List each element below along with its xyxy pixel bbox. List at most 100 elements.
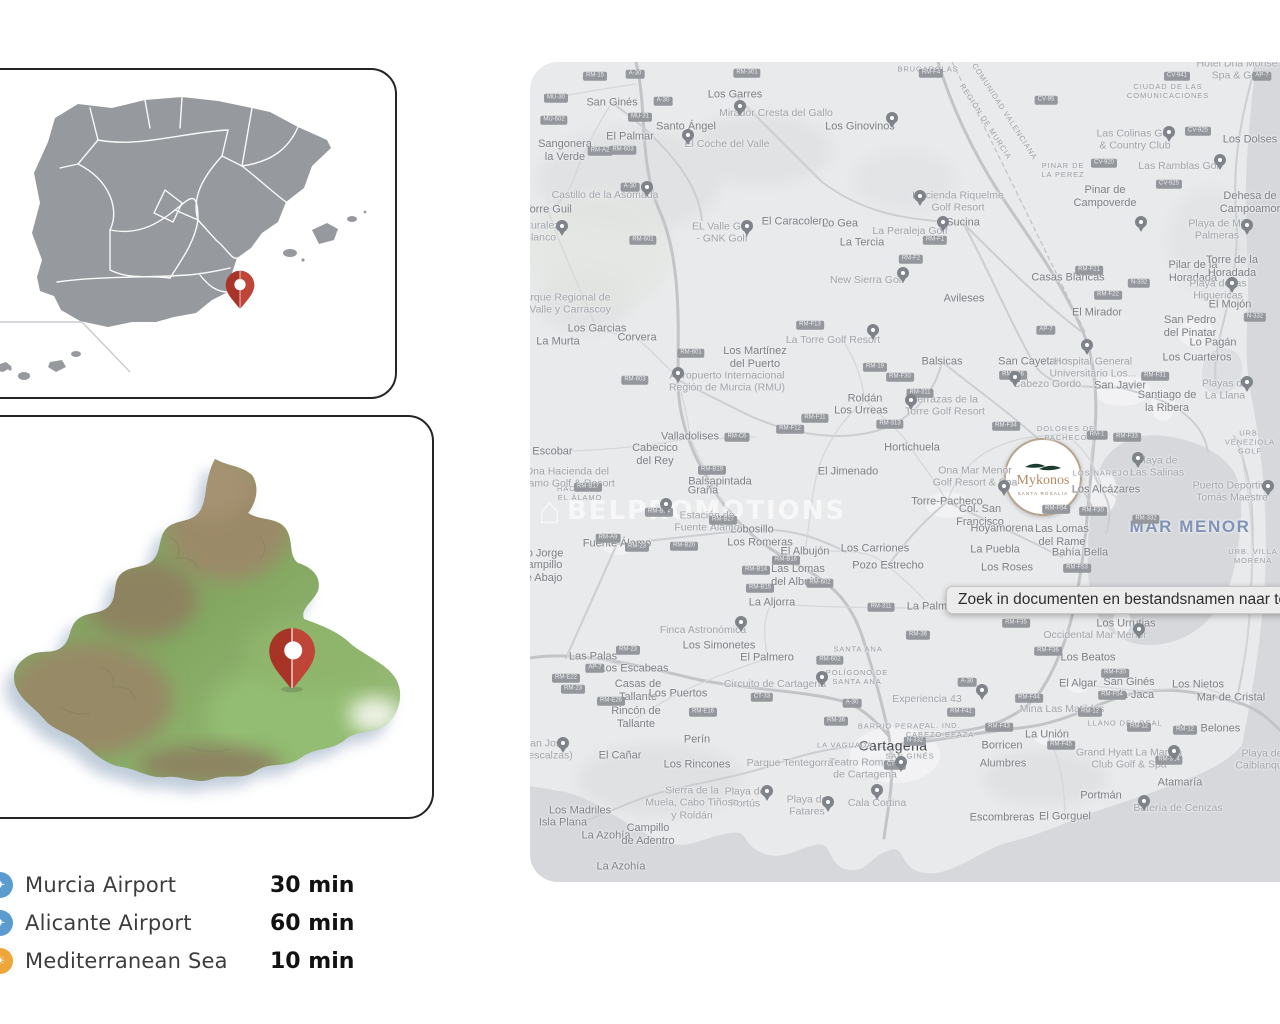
poi-pin-icon[interactable] bbox=[1133, 623, 1145, 635]
road-badge: RM-F22 bbox=[1094, 291, 1122, 300]
road-badge: RM-E26 bbox=[597, 697, 625, 706]
map-place-label: Sierra de la Muela, Cabo Tiñoso y Roldán bbox=[645, 784, 738, 821]
road-badge: RM-F30 bbox=[1101, 669, 1129, 678]
road-badge: CV-941 bbox=[1164, 72, 1190, 81]
poi-pin-icon[interactable] bbox=[735, 616, 747, 628]
poi-pin-icon[interactable] bbox=[682, 129, 694, 141]
poi-pin-icon[interactable] bbox=[1226, 277, 1238, 289]
poi-pin-icon[interactable] bbox=[897, 267, 909, 279]
road-badge: RM-36 bbox=[906, 631, 930, 640]
road-badge: CV-920 bbox=[1091, 159, 1117, 168]
road-badge: RM-F35 bbox=[1002, 619, 1030, 628]
poi-pin-icon[interactable] bbox=[741, 220, 753, 232]
map-place-label: Finca Astronómica bbox=[660, 624, 746, 636]
map-place-label: Parque Tentegorra bbox=[747, 757, 834, 769]
map-place-label: Cabezo Gordo bbox=[1013, 378, 1081, 390]
road-badge: RM-F43 bbox=[985, 723, 1013, 732]
poi-pin-icon[interactable] bbox=[761, 785, 773, 797]
poi-pin-icon[interactable] bbox=[1241, 376, 1253, 388]
map-place-label: Los Martínez del Puerto bbox=[723, 345, 787, 371]
map-place-label: Los Simonetes bbox=[683, 640, 756, 653]
mykonos-subtitle: SANTA ROSALIA bbox=[1018, 491, 1069, 496]
map-place-label: El Coche del Valle bbox=[684, 138, 769, 150]
road-badge: RM-B27 bbox=[709, 516, 737, 525]
map-place-label: La Azohía bbox=[582, 830, 631, 843]
spain-map bbox=[0, 70, 395, 397]
map-place-label: El Escobar bbox=[530, 446, 573, 459]
map-place-label: BARRIO PERAL bbox=[858, 723, 924, 732]
poi-pin-icon[interactable] bbox=[914, 190, 926, 202]
legend-item-label: Mediterranean Sea bbox=[25, 949, 228, 973]
map-place-label: El Jimenado bbox=[818, 466, 879, 479]
property-region-map[interactable]: ⌂ BELPROMOTIONS Mykonos SANTA ROSALIA Sa… bbox=[530, 62, 1280, 882]
poi-pin-icon[interactable] bbox=[1135, 216, 1147, 228]
poi-pin-icon[interactable] bbox=[672, 367, 684, 379]
road-badge: MU-31 bbox=[628, 113, 652, 122]
road-badge: RM-301 bbox=[733, 69, 760, 78]
spain-locator-panel bbox=[0, 68, 397, 399]
mykonos-logo-icon bbox=[1023, 459, 1063, 472]
poi-pin-icon[interactable] bbox=[1214, 154, 1226, 166]
poi-pin-icon[interactable] bbox=[1009, 371, 1021, 383]
poi-pin-icon[interactable] bbox=[641, 181, 653, 193]
road-badge: RM-12 bbox=[1173, 726, 1197, 735]
map-place-label: Hacienda Riquelme Golf Resort bbox=[912, 190, 1004, 215]
map-place-label: Playa de Calblanque bbox=[1235, 748, 1280, 773]
poi-pin-icon[interactable] bbox=[557, 737, 569, 749]
map-place-label: New Sierra Golf bbox=[830, 274, 904, 286]
road-badge: RM-23 bbox=[616, 646, 640, 655]
poi-pin-icon[interactable] bbox=[1163, 126, 1175, 138]
poi-pin-icon[interactable] bbox=[867, 324, 879, 336]
road-badge: RM-601 bbox=[629, 236, 656, 245]
poi-pin-icon[interactable] bbox=[1262, 480, 1274, 492]
road-badge: CT-33 bbox=[751, 693, 773, 702]
road-badge: RM-23 bbox=[625, 543, 649, 552]
road-badge: RM-F45 bbox=[1047, 741, 1075, 750]
road-badge: RM-332 bbox=[1132, 515, 1159, 524]
map-place-label: San Pedro del Pinatar bbox=[1164, 314, 1217, 340]
poi-pin-icon[interactable] bbox=[871, 784, 883, 796]
map-place-label: Playa de Fatares bbox=[787, 794, 828, 819]
poi-pin-icon[interactable] bbox=[1138, 795, 1150, 807]
map-place-label: El Cañar bbox=[599, 750, 642, 763]
poi-pin-icon[interactable] bbox=[905, 394, 917, 406]
road-badge: RM-F4 bbox=[919, 69, 943, 78]
legend-item-label: Alicante Airport bbox=[25, 911, 192, 935]
map-place-label: Avileses bbox=[944, 293, 985, 306]
poi-pin-icon[interactable] bbox=[1132, 452, 1144, 464]
house-icon: ⌂ bbox=[538, 492, 561, 530]
poi-pin-icon[interactable] bbox=[734, 100, 746, 112]
map-label-layer: ⌂ BELPROMOTIONS Mykonos SANTA ROSALIA Sa… bbox=[530, 62, 1280, 882]
airplane-icon: ✈ bbox=[0, 872, 13, 898]
map-place-label: Balsapintada bbox=[688, 476, 752, 489]
road-badge: RM-E16 bbox=[689, 708, 717, 717]
road-badge: RM-36 bbox=[824, 717, 848, 726]
map-place-label: El Algar bbox=[1059, 678, 1097, 691]
road-badge: RM-B15 bbox=[746, 584, 774, 593]
poi-pin-icon[interactable] bbox=[816, 671, 828, 683]
poi-pin-icon[interactable] bbox=[822, 796, 834, 808]
map-place-label: Los Roses bbox=[981, 562, 1033, 575]
map-place-label: Playa de Portús bbox=[725, 786, 766, 811]
poi-pin-icon[interactable] bbox=[937, 216, 949, 228]
road-badge: CV-925 bbox=[1185, 127, 1211, 136]
poi-pin-icon[interactable] bbox=[895, 756, 907, 768]
poi-pin-icon[interactable] bbox=[1241, 219, 1253, 231]
road-badge: RM-311 bbox=[868, 603, 895, 612]
road-badge: RM-F33 bbox=[1113, 433, 1141, 442]
map-place-label: POLÍGONO DE SANTA ANA bbox=[826, 669, 888, 687]
road-badge: RM-F12 bbox=[776, 425, 804, 434]
poi-pin-icon[interactable] bbox=[886, 112, 898, 124]
poi-pin-icon[interactable] bbox=[998, 480, 1010, 492]
road-badge: RM-603 bbox=[609, 146, 636, 155]
map-place-label: Campillo de Adentro bbox=[621, 822, 674, 848]
map-place-label: Rincón de Tallante bbox=[611, 705, 661, 731]
map-place-label: Lo Jorge bbox=[530, 548, 563, 561]
poi-pin-icon[interactable] bbox=[1168, 745, 1180, 757]
map-place-label: Portmán bbox=[1080, 790, 1122, 803]
poi-pin-icon[interactable] bbox=[556, 220, 568, 232]
poi-pin-icon[interactable] bbox=[660, 498, 672, 510]
map-place-label: Los Dolses bbox=[1223, 134, 1277, 147]
poi-pin-icon[interactable] bbox=[1081, 339, 1093, 351]
poi-pin-icon[interactable] bbox=[976, 684, 988, 696]
